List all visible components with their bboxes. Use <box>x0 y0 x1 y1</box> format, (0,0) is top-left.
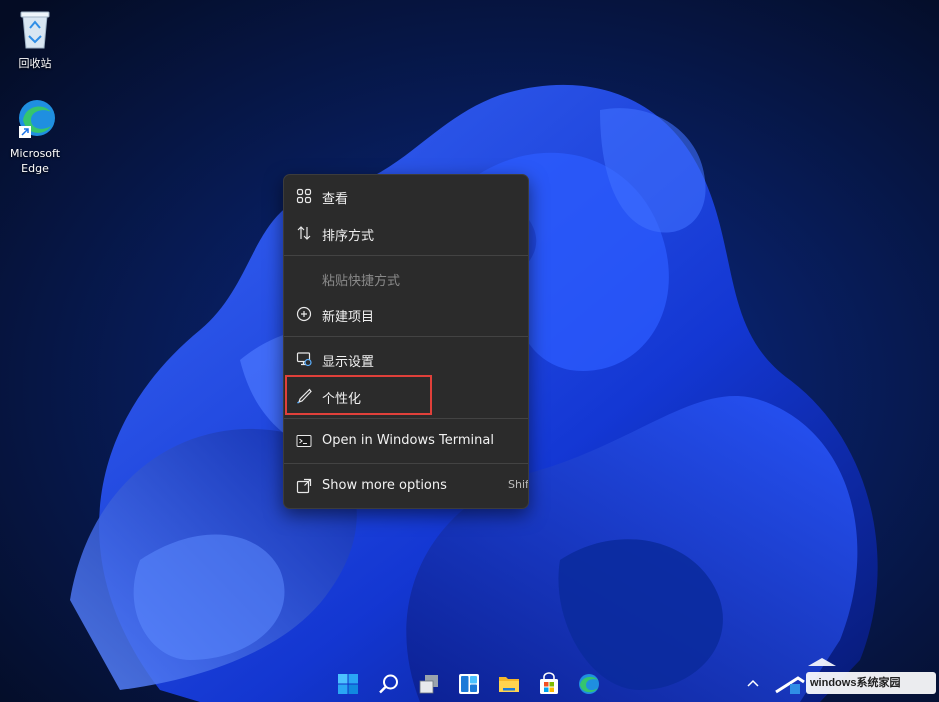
edge-icon <box>19 100 55 138</box>
plus-circle-icon <box>296 306 312 322</box>
menu-separator <box>284 463 528 464</box>
menu-item-label: 查看 <box>322 192 349 207</box>
highlight-annotation-box <box>285 375 432 415</box>
desktop-icon-label-2: Edge <box>21 162 49 175</box>
desktop-icon-label: 回收站 <box>18 57 52 70</box>
desktop-context-menu: 查看 排序方式 粘贴快捷方式 新建项目 显示设置 个性化 Open in Win… <box>283 174 529 509</box>
file-explorer-icon[interactable] <box>497 672 521 696</box>
menu-item-label: 粘贴快捷方式 <box>322 274 401 289</box>
menu-item-open-terminal[interactable]: Open in Windows Terminal <box>284 424 528 458</box>
store-icon[interactable] <box>537 672 561 696</box>
menu-item-display-settings[interactable]: 显示设置 <box>284 342 528 376</box>
menu-item-show-more-options[interactable]: Show more options Shift <box>284 469 528 503</box>
menu-separator <box>284 418 528 419</box>
sort-arrows-icon <box>297 226 311 240</box>
start-icon[interactable] <box>336 672 360 696</box>
menu-item-sort-by[interactable]: 排序方式 <box>284 216 528 250</box>
expand-icon <box>296 478 312 494</box>
site-watermark: windows系统家园 <box>770 652 939 702</box>
menu-separator <box>284 336 528 337</box>
terminal-icon <box>296 435 312 447</box>
display-settings-icon <box>296 352 312 367</box>
menu-item-label: 排序方式 <box>322 229 375 244</box>
search-icon[interactable] <box>377 672 401 696</box>
menu-item-paste-shortcut[interactable]: 粘贴快捷方式 <box>284 261 528 295</box>
menu-item-label: 新建项目 <box>322 310 375 325</box>
widgets-icon[interactable] <box>457 672 481 696</box>
menu-item-new[interactable]: 新建项目 <box>284 297 528 331</box>
menu-item-view[interactable]: 查看 <box>284 179 528 213</box>
view-grid-icon <box>296 188 312 204</box>
desktop-icon-label: Microsoft <box>9 147 61 160</box>
menu-separator <box>284 255 528 256</box>
edge-icon[interactable] <box>577 672 601 696</box>
task-view-icon[interactable] <box>417 672 441 696</box>
menu-item-label: Show more options <box>322 478 447 493</box>
menu-item-label: 显示设置 <box>322 355 375 370</box>
desktop-icon-recycle-bin[interactable]: 回收站 <box>0 6 70 71</box>
menu-item-shortcut: Shift <box>508 478 529 491</box>
chevron-up-icon[interactable] <box>744 675 762 693</box>
watermark-text: windows系统家园 <box>810 677 901 689</box>
recycle-bin-icon <box>20 11 50 49</box>
desktop-icon-microsoft-edge[interactable]: Microsoft Edge <box>0 96 70 176</box>
menu-item-label: Open in Windows Terminal <box>322 433 494 448</box>
